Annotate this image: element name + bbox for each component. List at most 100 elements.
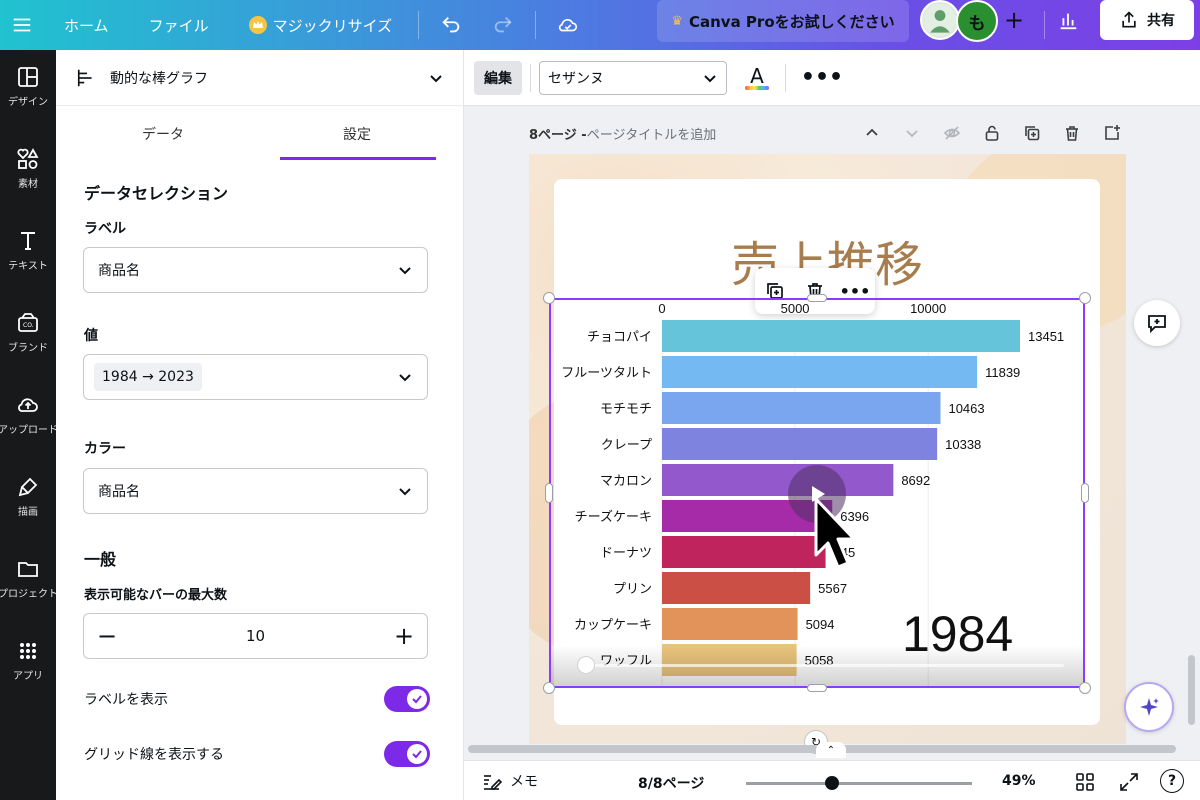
rail-item-uploads[interactable]: アップロード <box>0 378 56 450</box>
chevron-down-icon <box>704 74 716 82</box>
max-bars-stepper: − 10 + <box>83 613 428 659</box>
zoom-slider-knob[interactable] <box>825 776 840 790</box>
decrement-button[interactable]: − <box>84 614 130 658</box>
page-title-input[interactable]: ページタイトルを追加 <box>587 124 716 143</box>
pro-trial-button[interactable]: ♛ Canva Proをお試しください <box>657 0 909 42</box>
timeline-track[interactable] <box>594 664 1064 667</box>
rail-item-text[interactable]: テキスト <box>0 214 56 286</box>
value-select[interactable]: 1984 → 2023 <box>83 354 428 400</box>
svg-text:CO.: CO. <box>23 322 34 329</box>
help-button[interactable]: ? <box>1160 769 1184 793</box>
rail-item-brand[interactable]: CO. ブランド <box>0 296 56 368</box>
chevron-down-icon <box>399 488 411 496</box>
resize-handle[interactable] <box>807 684 827 692</box>
pro-trial-label: Canva Proをお試しください <box>689 12 895 31</box>
chart-bar[interactable] <box>662 536 826 568</box>
chart-bar[interactable] <box>662 464 894 496</box>
add-page-icon[interactable] <box>1092 120 1132 146</box>
duplicate-page-icon[interactable] <box>1012 120 1052 146</box>
bar-category-label: チーズケーキ <box>575 509 652 525</box>
resize-handle[interactable] <box>1079 292 1091 304</box>
show-grid-toggle[interactable] <box>384 741 430 767</box>
add-collaborator-button[interactable]: + <box>996 0 1032 40</box>
brand-icon: CO. <box>18 312 38 332</box>
color-select[interactable]: 商品名 <box>83 468 428 514</box>
divider <box>418 11 420 39</box>
chevron-up-icon[interactable]: ⌃ <box>816 742 846 758</box>
resize-handle[interactable] <box>545 483 553 503</box>
fullscreen-icon[interactable] <box>1116 769 1142 795</box>
sparkle-icon <box>1140 698 1159 716</box>
max-bars-value[interactable]: 10 <box>130 627 381 645</box>
bar-value-label: 10338 <box>945 437 981 452</box>
home-menu[interactable]: ホーム <box>44 0 129 50</box>
insights-icon[interactable] <box>1048 0 1088 40</box>
resize-handle[interactable] <box>543 292 555 304</box>
chart-bar[interactable] <box>662 428 938 460</box>
share-button[interactable]: 共有 <box>1100 0 1194 40</box>
magic-resize-menu[interactable]: マジックリサイズ <box>229 0 413 50</box>
bar-category-label: モチモチ <box>600 402 652 417</box>
x-tick-label: 5000 <box>781 301 810 316</box>
chart-bar[interactable] <box>662 320 1020 352</box>
trash-icon[interactable] <box>1052 120 1092 146</box>
chart-bar[interactable] <box>662 644 797 676</box>
menu-icon[interactable] <box>0 0 44 50</box>
increment-button[interactable]: + <box>381 614 427 658</box>
divider <box>1044 11 1045 39</box>
notes-button[interactable]: メモ <box>482 771 538 791</box>
timeline-scrubber[interactable] <box>577 656 595 674</box>
cloud-saved-icon[interactable] <box>542 0 594 50</box>
show-labels-row: ラベルを表示 <box>84 684 430 714</box>
tab-data[interactable]: データ <box>66 106 260 162</box>
shapes-icon <box>17 147 39 169</box>
page-count[interactable]: 8/8ページ <box>638 773 704 793</box>
hide-page-icon[interactable] <box>932 120 972 146</box>
label-select[interactable]: 商品名 <box>83 247 428 293</box>
rail-item-design[interactable]: デザイン <box>0 50 56 122</box>
divider <box>785 63 786 92</box>
resize-handle[interactable] <box>543 682 555 694</box>
divider <box>535 11 537 39</box>
chart-bar[interactable] <box>662 572 811 604</box>
resize-handle[interactable] <box>1081 483 1089 503</box>
show-labels-toggle[interactable] <box>384 686 430 712</box>
rail-item-elements[interactable]: 素材 <box>0 132 56 204</box>
chart-bar[interactable] <box>662 356 978 388</box>
resize-handle[interactable] <box>807 294 827 302</box>
text-color-button[interactable]: A <box>737 58 777 98</box>
bar-category-label: カップケーキ <box>574 618 652 633</box>
check-icon <box>412 695 422 704</box>
magic-assistant-button[interactable] <box>1124 682 1174 732</box>
avatar[interactable]: も <box>956 0 998 42</box>
lock-icon[interactable] <box>972 120 1012 146</box>
zoom-slider-track[interactable] <box>746 782 972 785</box>
chevron-up-icon[interactable] <box>852 120 892 146</box>
chart-bar[interactable] <box>662 392 941 424</box>
bottom-bar: メモ 8/8ページ 49% ? <box>464 760 1200 800</box>
year-label: 1984 <box>902 606 1014 662</box>
font-select[interactable]: セザンヌ <box>539 60 727 95</box>
zoom-level[interactable]: 49% <box>1002 773 1036 789</box>
play-button[interactable] <box>788 465 846 523</box>
chart-type-selector[interactable]: 動的な棒グラフ <box>56 50 464 106</box>
avatar[interactable] <box>920 0 960 40</box>
undo-icon[interactable] <box>425 0 477 50</box>
more-options-button[interactable]: ••• <box>801 58 843 98</box>
resize-handle[interactable] <box>1079 682 1091 694</box>
vertical-scrollbar[interactable] <box>1188 655 1195 725</box>
rail-item-draw[interactable]: 描画 <box>0 460 56 532</box>
rail-item-projects[interactable]: プロジェクト <box>0 542 56 614</box>
page-number: 8ページ - <box>529 127 587 143</box>
grid-view-icon[interactable] <box>1072 769 1098 795</box>
chevron-down-icon[interactable] <box>892 120 932 146</box>
rail-item-apps[interactable]: アプリ <box>0 624 56 696</box>
chart-bar[interactable] <box>662 608 798 640</box>
edit-button[interactable]: 編集 <box>474 60 522 95</box>
redo-icon[interactable] <box>477 0 529 50</box>
tab-settings[interactable]: 設定 <box>260 106 454 162</box>
comment-button[interactable] <box>1134 300 1180 346</box>
crown-icon <box>248 16 267 34</box>
folder-icon <box>18 561 38 577</box>
file-menu[interactable]: ファイル <box>129 0 229 50</box>
